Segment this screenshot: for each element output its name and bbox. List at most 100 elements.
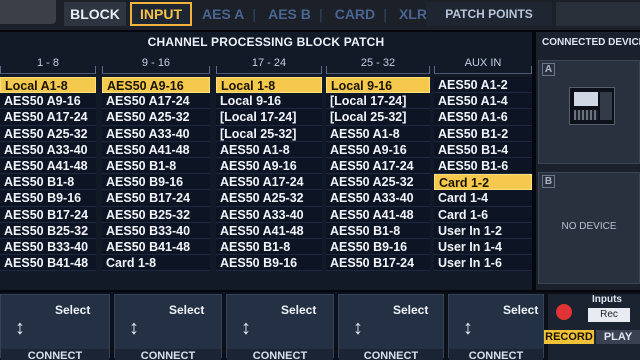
inputs-label: Inputs — [592, 294, 622, 305]
tab-xlr[interactable]: XLR — [399, 6, 427, 22]
patch-cell[interactable]: AES50 B17-24 — [102, 190, 210, 207]
patch-cell[interactable]: [Local 25-32] — [326, 109, 430, 126]
patch-cell[interactable]: AES50 B1-2 — [434, 125, 532, 142]
patch-cell[interactable]: AES50 B1-8 — [102, 157, 210, 175]
tab-block[interactable]: BLOCK — [64, 2, 126, 26]
patch-cell[interactable]: AES50 A9-16 — [216, 157, 322, 175]
connected-devices-panel: CONNECTED DEVICES A B NO DEVICE — [536, 32, 640, 290]
patch-cell[interactable]: AES50 A1-2 — [434, 77, 532, 94]
encoder-1[interactable]: ↕ Select CONNECT — [0, 294, 110, 360]
connect-button[interactable]: CONNECT — [449, 349, 543, 360]
patch-cell[interactable]: AES50 A33-40 — [102, 125, 210, 142]
rec-source-field[interactable]: Rec — [588, 308, 630, 322]
device-slot-b[interactable]: B NO DEVICE — [538, 172, 640, 284]
patch-cell[interactable]: [Local 17-24] — [216, 109, 322, 126]
patch-cell[interactable]: AES50 B1-6 — [434, 157, 532, 175]
patch-cell[interactable]: AES50 B33-40 — [102, 222, 210, 239]
patch-cell[interactable]: Local 1-8 — [216, 77, 322, 94]
patch-cell[interactable]: AES50 A17-24 — [326, 157, 430, 175]
record-button[interactable]: RECORD — [544, 330, 594, 344]
connect-button[interactable]: CONNECT — [1, 349, 109, 360]
patch-cell[interactable]: AES50 A17-24 — [102, 93, 210, 110]
home-tab-stub[interactable] — [0, 0, 56, 24]
column-header: 1 - 8 — [0, 54, 96, 74]
encoder-4[interactable]: ↕ Select CONNECT — [338, 294, 444, 360]
patch-cell[interactable]: AES50 A1-4 — [434, 93, 532, 110]
patch-cell[interactable]: AES50 B41-48 — [102, 238, 210, 256]
patch-cell[interactable]: AES50 B17-24 — [0, 206, 96, 223]
patch-cell[interactable]: AES50 A33-40 — [326, 190, 430, 207]
patch-cell[interactable]: Card 1-6 — [434, 206, 532, 223]
connect-button[interactable]: CONNECT — [115, 349, 221, 360]
patch-cell[interactable]: AES50 A9-16 — [326, 141, 430, 158]
tab-card[interactable]: CARD — [335, 6, 375, 22]
patch-cell[interactable]: AES50 A25-32 — [0, 125, 96, 142]
top-tab-bar: BLOCK INPUT AES A | AES B | CARD | XLR PATC… — [0, 0, 640, 30]
tab-aes-a[interactable]: AES A — [202, 6, 244, 22]
patch-cell[interactable]: AES50 A9-16 — [102, 77, 210, 94]
patch-cell[interactable]: AES50 A17-24 — [216, 174, 322, 191]
column-header: AUX IN — [434, 54, 532, 74]
patch-cell[interactable]: Local 9-16 — [216, 93, 322, 110]
column-header: 9 - 16 — [102, 54, 210, 74]
device-slot-a[interactable]: A — [538, 60, 640, 164]
select-label: Select — [503, 303, 539, 317]
patch-cell[interactable]: AES50 A33-40 — [216, 206, 322, 223]
patch-cell[interactable]: User In 1-4 — [434, 238, 532, 256]
encoder-3[interactable]: ↕ Select CONNECT — [226, 294, 334, 360]
patch-cell[interactable]: AES50 B9-16 — [216, 255, 322, 272]
patch-cell[interactable]: AES50 B1-8 — [216, 238, 322, 256]
tab-patch-points[interactable]: PATCH POINTS — [426, 2, 552, 26]
patch-cell[interactable]: AES50 A41-48 — [102, 141, 210, 158]
patch-cell[interactable]: AES50 A1-8 — [216, 141, 322, 158]
patch-cell[interactable]: AES50 A25-32 — [326, 174, 430, 191]
patch-cell[interactable]: AES50 B1-4 — [434, 141, 532, 158]
patch-cell[interactable]: Card 1-4 — [434, 190, 532, 207]
patch-cell[interactable]: AES50 B33-40 — [0, 238, 96, 256]
slot-b-label: B — [542, 175, 555, 188]
connect-button[interactable]: CONNECT — [339, 349, 443, 360]
patch-cell[interactable]: Card 1-2 — [434, 174, 532, 191]
patch-cell[interactable]: AES50 A41-48 — [326, 206, 430, 223]
right-tab-stub — [556, 2, 640, 26]
tab-aes-b[interactable]: AES B — [268, 6, 311, 22]
patch-cell[interactable]: AES50 A17-24 — [0, 109, 96, 126]
select-label: Select — [393, 303, 429, 317]
patch-cell[interactable]: User In 1-2 — [434, 222, 532, 239]
tab-input[interactable]: INPUT — [130, 2, 192, 26]
column-25-32: 25 - 32 Local 9-16 [Local 17-24] [Local 25… — [326, 54, 430, 290]
up-down-arrow-icon: ↕ — [129, 317, 139, 339]
connected-devices-title: CONNECTED DEVICES — [542, 37, 640, 48]
patch-cell[interactable]: AES50 B17-24 — [326, 255, 430, 272]
patch-cell[interactable]: AES50 B9-16 — [0, 190, 96, 207]
patch-cell[interactable]: AES50 B1-8 — [0, 174, 96, 191]
patch-cell[interactable]: AES50 A41-48 — [0, 157, 96, 175]
patch-cell[interactable]: AES50 A1-8 — [326, 125, 430, 142]
bottom-controls: ↕ Select CONNECT ↕ Select CONNECT ↕ Sele… — [0, 292, 640, 360]
patch-cell[interactable]: Local A1-8 — [0, 77, 96, 94]
panel-title: CHANNEL PROCESSING BLOCK PATCH — [147, 35, 385, 49]
patch-cell[interactable]: AES50 A1-6 — [434, 109, 532, 126]
up-down-arrow-icon: ↕ — [15, 317, 25, 339]
patch-cell[interactable]: [Local 17-24] — [326, 93, 430, 110]
encoder-5[interactable]: ↕ Select CONNECT — [448, 294, 544, 360]
patch-cell[interactable]: Card 1-8 — [102, 255, 210, 272]
patch-cell[interactable]: AES50 A25-32 — [102, 109, 210, 126]
patch-cell[interactable]: AES50 B25-32 — [102, 206, 210, 223]
encoder-2[interactable]: ↕ Select CONNECT — [114, 294, 222, 360]
patch-cell[interactable]: [Local 25-32] — [216, 125, 322, 142]
patch-cell[interactable]: User In 1-6 — [434, 255, 532, 272]
patch-cell[interactable]: AES50 A33-40 — [0, 141, 96, 158]
patch-cell[interactable]: AES50 B9-16 — [102, 174, 210, 191]
patch-cell[interactable]: AES50 B41-48 — [0, 255, 96, 272]
patch-cell[interactable]: AES50 A25-32 — [216, 190, 322, 207]
patch-cell[interactable]: AES50 A9-16 — [0, 93, 96, 110]
patch-cell[interactable]: AES50 B1-8 — [326, 222, 430, 239]
play-button[interactable]: PLAY — [596, 330, 640, 344]
connect-button[interactable]: CONNECT — [227, 349, 333, 360]
patch-cell[interactable]: AES50 A41-48 — [216, 222, 322, 239]
patch-cell[interactable]: AES50 B9-16 — [326, 238, 430, 256]
patch-cell[interactable]: AES50 B25-32 — [0, 222, 96, 239]
column-header: 17 - 24 — [216, 54, 322, 74]
patch-cell[interactable]: Local 9-16 — [326, 77, 430, 94]
